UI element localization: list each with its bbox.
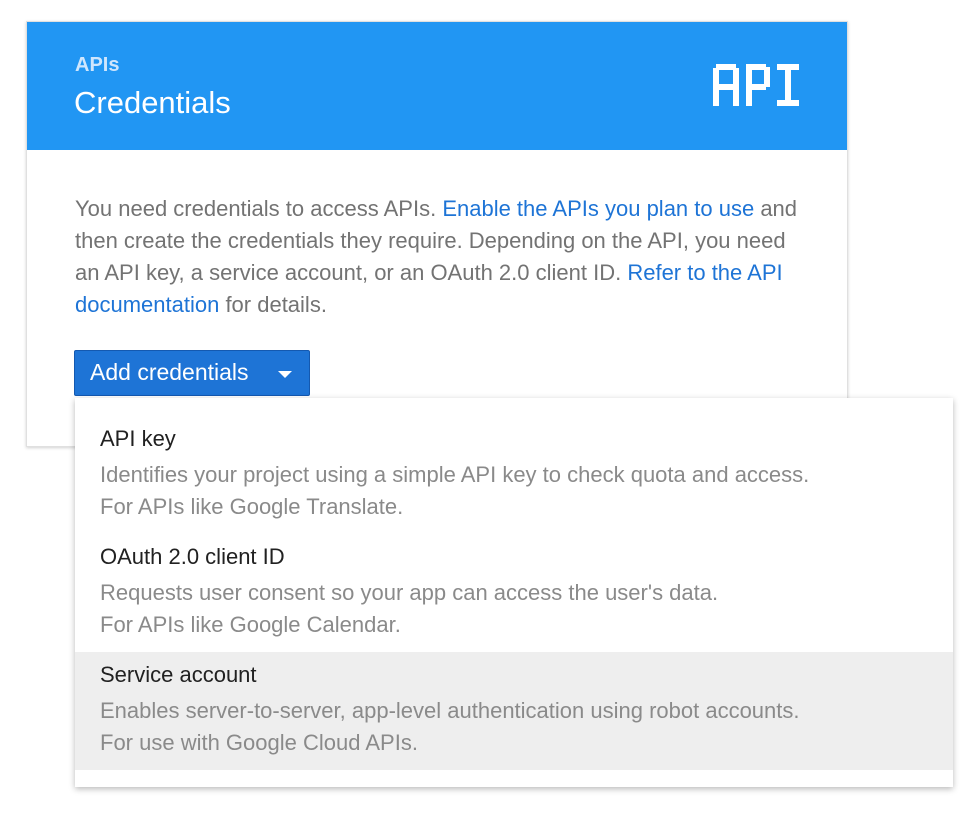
menu-item-desc-line: Enables server-to-server, app-level auth… [100, 698, 800, 723]
menu-item-api-key[interactable]: API key Identifies your project using a … [75, 398, 953, 519]
caret-down-icon [278, 371, 292, 378]
credentials-card: APIs Credentials You need credentials to [26, 21, 848, 447]
menu-item-oauth-client-id[interactable]: OAuth 2.0 client ID Requests user consen… [75, 516, 953, 637]
menu-item-description: Enables server-to-server, app-level auth… [100, 695, 800, 759]
menu-item-desc-line: For APIs like Google Calendar. [100, 612, 401, 637]
menu-item-desc-line: For use with Google Cloud APIs. [100, 730, 418, 755]
menu-item-desc-line: Identifies your project using a simple A… [100, 462, 810, 487]
add-credentials-label: Add credentials [90, 359, 249, 385]
enable-apis-link[interactable]: Enable the APIs you plan to use [442, 196, 754, 221]
menu-item-description: Requests user consent so your app can ac… [100, 577, 718, 641]
menu-item-title: Service account [100, 662, 257, 687]
page-title: Credentials [74, 85, 231, 120]
menu-item-service-account[interactable]: Service account Enables server-to-server… [75, 652, 953, 770]
intro-text: You need credentials to access APIs. Ena… [75, 193, 805, 321]
add-credentials-button[interactable]: Add credentials [74, 350, 310, 396]
header-subtitle: APIs [75, 54, 120, 76]
api-logo-icon [713, 64, 799, 106]
menu-item-title: API key [100, 426, 176, 451]
menu-item-title: OAuth 2.0 client ID [100, 544, 285, 569]
credentials-dropdown-menu: API key Identifies your project using a … [75, 398, 953, 787]
menu-item-desc-line: Requests user consent so your app can ac… [100, 580, 719, 605]
intro-text-part3: for details. [219, 292, 327, 317]
card-header: APIs Credentials [27, 22, 847, 150]
api-logo-letters [713, 64, 799, 106]
intro-text-part1: You need credentials to access APIs. [75, 196, 443, 221]
menu-item-description: Identifies your project using a simple A… [100, 459, 809, 523]
